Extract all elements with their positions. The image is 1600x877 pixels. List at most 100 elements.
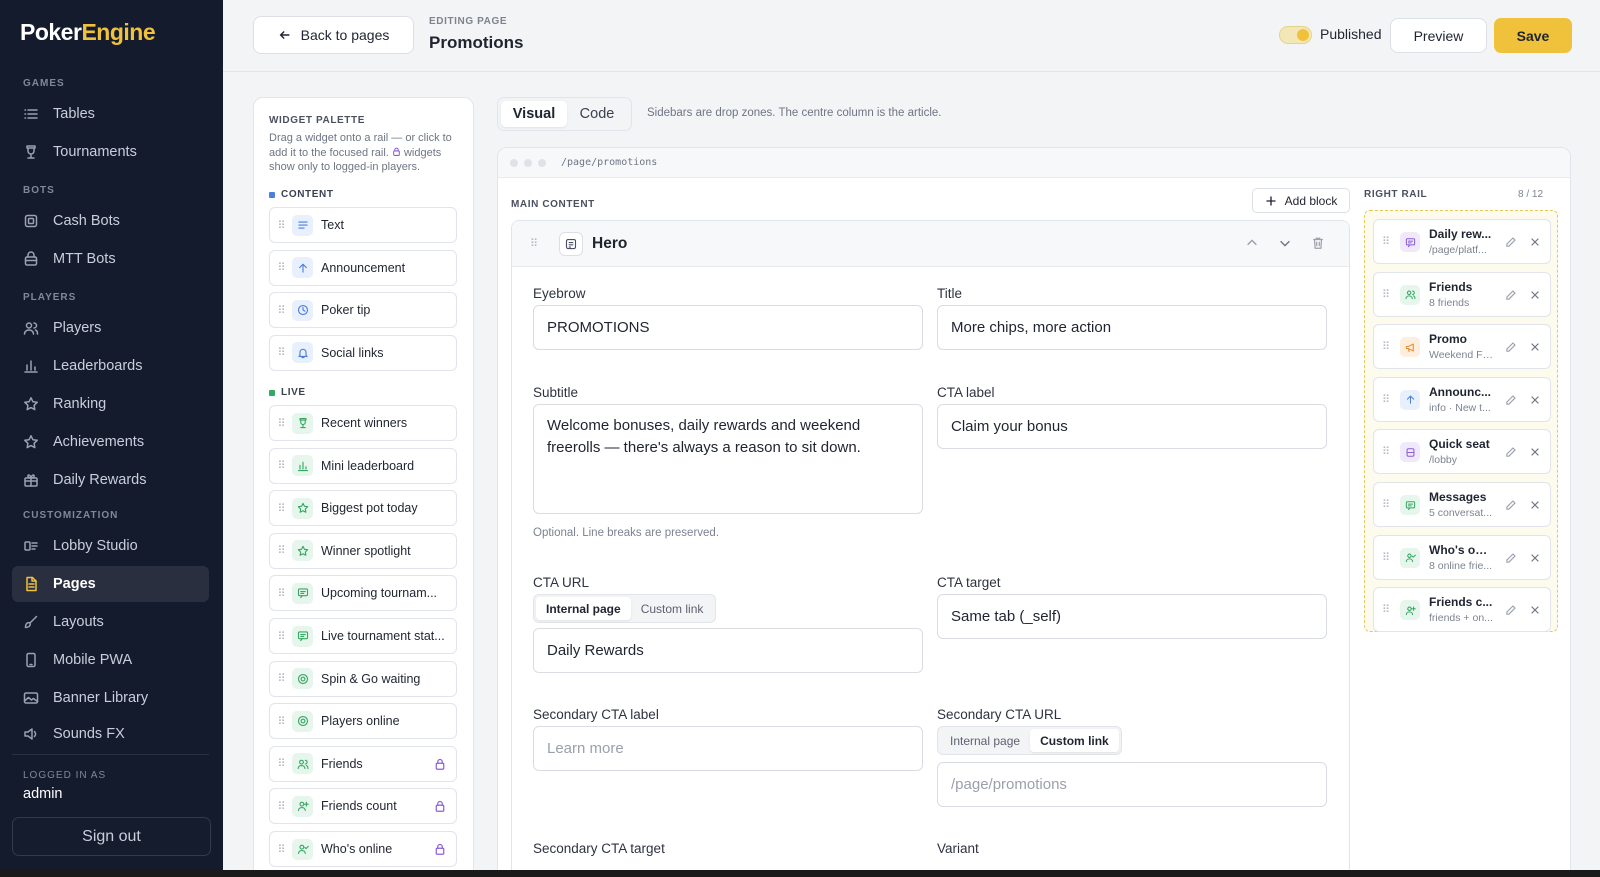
close-icon[interactable] [1529,604,1541,616]
drag-handle-icon[interactable]: ⠿ [270,219,292,232]
logo[interactable]: PokerEngine [20,19,156,46]
drag-handle-icon[interactable]: ⠿ [1382,603,1390,616]
drag-handle-icon[interactable]: ⠿ [270,417,292,430]
edit-icon[interactable] [1504,394,1517,407]
palette-widget-recent-winners[interactable]: ⠿ Recent winners [269,405,457,441]
close-icon[interactable] [1529,552,1541,564]
sidebar-item-tables[interactable]: Tables [12,96,209,132]
drag-handle-icon[interactable]: ⠿ [270,502,292,515]
secondary-cta-url-internal-page[interactable]: Internal page [940,729,1030,752]
edit-icon[interactable] [1504,236,1517,249]
sidebar-item-layouts[interactable]: Layouts [12,604,209,640]
drag-handle-icon[interactable]: ⠿ [270,672,292,685]
palette-widget-poker-tip[interactable]: ⠿ Poker tip [269,292,457,329]
drag-handle-icon[interactable]: ⠿ [270,630,292,643]
edit-icon[interactable] [1504,499,1517,512]
palette-widget-social-links[interactable]: ⠿ Social links [269,334,457,371]
palette-widget-friends-count[interactable]: ⠿ Friends count [269,788,457,825]
edit-icon[interactable] [1504,446,1517,459]
palette-widget-biggest-pot-today[interactable]: ⠿ Biggest pot today [269,490,457,527]
move-down-icon[interactable] [1278,236,1292,250]
drag-handle-icon[interactable]: ⠿ [1382,288,1390,301]
sidebar-item-mobile-pwa[interactable]: Mobile PWA [12,642,209,678]
sign-out-button[interactable]: Sign out [12,817,211,856]
edit-icon[interactable] [1504,341,1517,354]
sidebar-item-cash-bots[interactable]: Cash Bots [12,203,209,239]
sidebar-item-banner-library[interactable]: Banner Library [12,680,209,716]
cta-target-select[interactable]: Same tab (_self) [937,594,1327,639]
sidebar-item-leaderboards[interactable]: Leaderboards [12,348,209,384]
secondary-cta-url-input[interactable]: /page/promotions [937,762,1327,807]
drag-handle-icon[interactable]: ⠿ [270,757,292,770]
drag-handle-icon[interactable]: ⠿ [1382,445,1390,458]
rail-widget-messages[interactable]: ⠿ Messages 5 conversat... [1373,482,1551,527]
rail-widget-who-s-onl[interactable]: ⠿ Who's onl... 8 online frie... [1373,534,1551,580]
rail-widget-quick-seat[interactable]: ⠿ Quick seat/lobby [1373,429,1551,475]
palette-widget-who-s-online[interactable]: ⠿ Who's online [269,831,457,867]
rail-widget-friends[interactable]: ⠿ Friends 8 friends [1373,271,1551,317]
sidebar-item-players[interactable]: Players [12,310,209,346]
rail-widget-announc[interactable]: ⠿ Announc... info · New t... [1373,376,1551,422]
close-icon[interactable] [1529,341,1541,353]
drag-handle-icon[interactable]: ⠿ [1382,393,1390,406]
drag-handle-icon[interactable]: ⠿ [270,843,292,856]
palette-widget-friends[interactable]: ⠿ Friends [269,745,457,782]
edit-icon[interactable] [1504,604,1517,617]
tab-code[interactable]: Code [567,101,627,127]
palette-widget-live-tournament-stat[interactable]: ⠿ Live tournament stat... [269,618,457,654]
close-icon[interactable] [1529,289,1541,301]
move-up-icon[interactable] [1245,236,1259,250]
drag-handle-icon[interactable]: ⠿ [1382,551,1390,564]
published-toggle[interactable] [1279,26,1312,44]
palette-widget-spin-go-waiting[interactable]: ⠿ Spin & Go waiting [269,660,457,697]
drag-handle-icon[interactable]: ⠿ [1382,235,1390,248]
subtitle-textarea[interactable]: Welcome bonuses, daily rewards and weeke… [533,404,923,514]
rail-widget-promo[interactable]: ⠿ Promo Weekend Fr... [1373,324,1551,370]
eyebrow-input[interactable]: PROMOTIONS [533,305,923,350]
drag-handle-icon[interactable]: ⠿ [270,459,292,472]
rail-widget-friends-c[interactable]: ⠿ Friends c... friends + on... [1373,587,1551,633]
title-input[interactable]: More chips, more action [937,305,1327,350]
right-rail-dropzone[interactable]: ⠿ Daily rew... /page/platf... ⠿ Friends 8 fri… [1364,210,1558,633]
drag-handle-icon[interactable]: ⠿ [270,800,292,813]
drag-handle-icon[interactable]: ⠿ [270,346,292,359]
tab-visual[interactable]: Visual [501,101,567,127]
close-icon[interactable] [1529,236,1541,248]
sidebar-item-achievements[interactable]: Achievements [12,424,209,460]
rail-widget-daily-rew[interactable]: ⠿ Daily rew... /page/platf... [1373,219,1551,264]
drag-handle-icon[interactable]: ⠿ [270,261,292,274]
cta-label-input[interactable]: Claim your bonus [937,404,1327,449]
palette-widget-winner-spotlight[interactable]: ⠿ Winner spotlight [269,532,457,569]
cta-url-internal-page[interactable]: Internal page [536,597,631,620]
preview-button[interactable]: Preview [1390,18,1487,53]
secondary-cta-label-input[interactable]: Learn more [533,726,923,771]
drag-handle-icon[interactable]: ⠿ [530,237,538,250]
edit-icon[interactable] [1504,289,1517,302]
sidebar-item-daily-rewards[interactable]: Daily Rewards [12,462,209,498]
sidebar-item-mtt-bots[interactable]: MTT Bots [12,241,209,277]
secondary-cta-url-custom-link[interactable]: Custom link [1030,729,1119,752]
cta-url-custom-link[interactable]: Custom link [631,597,714,620]
sidebar-item-ranking[interactable]: Ranking [12,386,209,422]
drag-handle-icon[interactable]: ⠿ [1382,340,1390,353]
sidebar-item-tournaments[interactable]: Tournaments [12,134,209,170]
palette-widget-text[interactable]: ⠿ Text [269,207,457,243]
palette-widget-mini-leaderboard[interactable]: ⠿ Mini leaderboard [269,447,457,484]
palette-widget-announcement[interactable]: ⠿ Announcement [269,249,457,286]
trash-icon[interactable] [1311,236,1325,250]
edit-icon[interactable] [1504,552,1517,565]
close-icon[interactable] [1529,446,1541,458]
drag-handle-icon[interactable]: ⠿ [270,587,292,600]
cta-url-select[interactable]: Daily Rewards [533,628,923,673]
close-icon[interactable] [1529,499,1541,511]
save-button[interactable]: Save [1494,18,1572,53]
drag-handle-icon[interactable]: ⠿ [270,715,292,728]
close-icon[interactable] [1529,394,1541,406]
drag-handle-icon[interactable]: ⠿ [270,304,292,317]
drag-handle-icon[interactable]: ⠿ [1382,498,1390,511]
back-to-pages-button[interactable]: Back to pages [253,16,414,54]
sidebar-item-pages[interactable]: Pages [12,566,209,602]
add-block-button[interactable]: Add block [1252,188,1350,213]
palette-widget-players-online[interactable]: ⠿ Players online [269,703,457,740]
sidebar-item-lobby-studio[interactable]: Lobby Studio [12,528,209,564]
